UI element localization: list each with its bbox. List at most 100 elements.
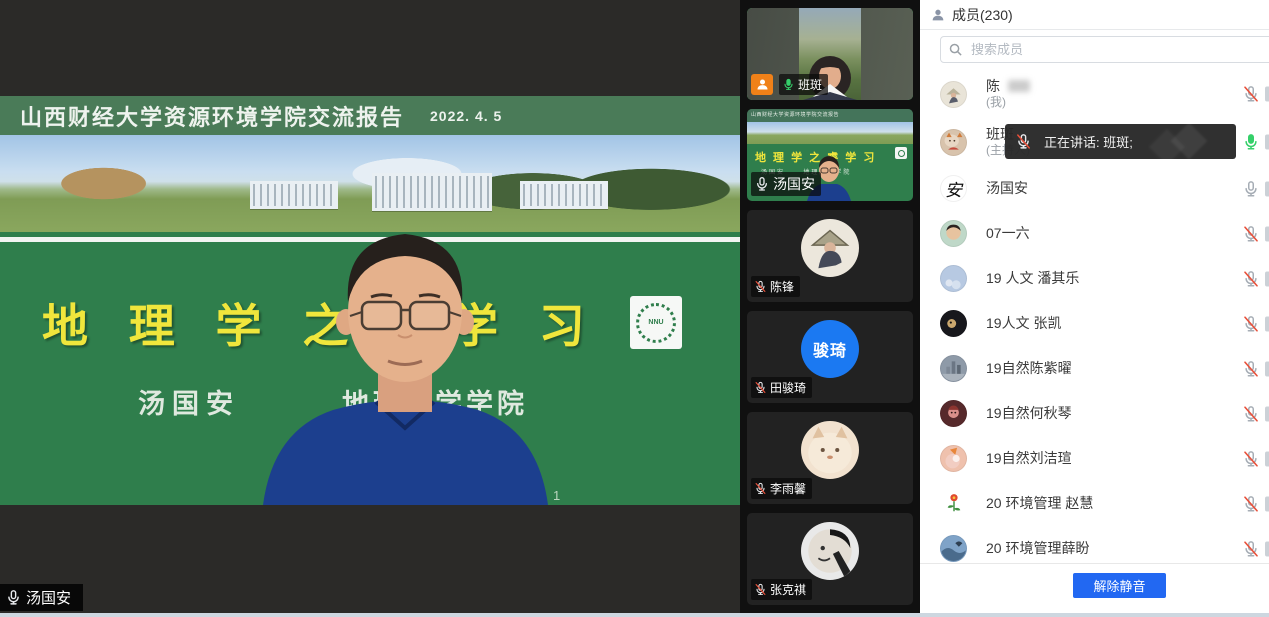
tile-name-label: 田骏琦: [751, 377, 812, 398]
members-count-title: 成员(230): [952, 5, 1013, 25]
avatar: [940, 445, 967, 472]
avatar: [801, 219, 859, 277]
member-name: 20 环境管理 赵慧: [986, 495, 1093, 511]
member-name: 汤国安: [986, 180, 1028, 196]
redacted-blur: [1008, 80, 1030, 92]
microphone-icon: [754, 176, 770, 192]
person-badge-icon: [751, 74, 773, 95]
microphone-muted-icon[interactable]: [1242, 495, 1260, 513]
camera-icon-cutoff: [1265, 271, 1269, 286]
member-name: 19 人文 潘其乐: [986, 270, 1079, 286]
avatar: [940, 535, 967, 562]
video-tile-chenfeng[interactable]: 陈锋: [747, 210, 913, 302]
avatar: [940, 310, 967, 337]
video-tile-liyuxin[interactable]: 李雨馨: [747, 412, 913, 504]
member-name: 19自然陈紫曜: [986, 360, 1072, 376]
avatar: [940, 490, 967, 517]
flower-avatar: [945, 493, 963, 515]
camera-icon-cutoff: [1265, 87, 1269, 102]
search-input[interactable]: [940, 36, 1269, 63]
speaking-tooltip-text: 正在讲话: 班斑;: [1044, 132, 1133, 151]
slide-header-title: 山西财经大学资源环境学院交流报告: [20, 100, 404, 132]
avatar: [940, 355, 967, 382]
camera-icon-cutoff: [1265, 406, 1269, 421]
microphone-muted-icon[interactable]: [1242, 360, 1260, 378]
avatar: [940, 81, 967, 108]
microphone-speaking-icon[interactable]: [1242, 133, 1260, 151]
member-row[interactable]: 20 环境管理薛盼: [920, 526, 1269, 563]
tile-name-label: 李雨馨: [751, 478, 812, 499]
main-video-stage[interactable]: 山西财经大学资源环境学院交流报告 2022. 4. 5 地 理 学 之 睿 学 …: [0, 0, 740, 617]
campus-photo: [0, 135, 740, 232]
slide-presenter-name: 汤国安: [138, 382, 240, 421]
bottom-edge-strip: [0, 613, 1269, 617]
camera-icon-cutoff: [1265, 541, 1269, 556]
member-name: 07一六: [986, 225, 1030, 241]
microphone-muted-icon[interactable]: [1242, 270, 1260, 288]
camera-icon-cutoff: [1265, 226, 1269, 241]
avatar: [940, 265, 967, 292]
tile-name-label: 张克祺: [751, 579, 812, 600]
mini-slide-header: 山西财经大学资源环境学院交流报告: [747, 109, 913, 122]
avatar: [940, 400, 967, 427]
video-tile-tangguoan[interactable]: 山西财经大学资源环境学院交流报告 地 理 学 之 睿 学 习 汤国安 地理科学学…: [747, 109, 913, 201]
member-row[interactable]: 19自然陈紫曜: [920, 346, 1269, 391]
microphone-muted-icon[interactable]: [1242, 85, 1260, 103]
member-row[interactable]: 19自然刘洁瑄: [920, 436, 1269, 481]
member-row[interactable]: 19人文 张凯: [920, 301, 1269, 346]
camera-icon-cutoff: [1265, 361, 1269, 376]
member-row[interactable]: 安 汤国安: [920, 166, 1269, 211]
avatar: 骏琦: [801, 320, 859, 378]
member-row[interactable]: 07一六: [920, 211, 1269, 256]
participant-strip: 班斑 山西财经大学资源环境学院交流报告 地 理 学 之 睿 学 习 汤国安 地理…: [740, 0, 920, 617]
search-icon: [948, 42, 963, 57]
camera-icon-cutoff: [1265, 181, 1269, 196]
tile-name-label: 陈锋: [751, 276, 800, 297]
avatar: [801, 421, 859, 479]
speaker-name: 汤国安: [26, 587, 71, 608]
camera-icon-cutoff: [1265, 451, 1269, 466]
members-footer: 解除静音: [920, 563, 1269, 617]
avatar: [940, 220, 967, 247]
video-tile-zhangkeqi[interactable]: 张克祺: [747, 513, 913, 605]
speaker-name-tag: 汤国安: [0, 584, 83, 611]
microphone-muted-icon[interactable]: [1242, 315, 1260, 333]
microphone-muted-icon[interactable]: [1242, 405, 1260, 423]
member-name: 19人文 张凯: [986, 315, 1061, 331]
camera-icon-cutoff: [1265, 316, 1269, 331]
slide-header-band: 山西财经大学资源环境学院交流报告 2022. 4. 5: [0, 96, 740, 135]
tile-name-label: 班斑: [779, 74, 828, 95]
campus-building: [250, 181, 338, 209]
member-role: (我): [986, 96, 1030, 110]
member-row[interactable]: 19 人文 潘其乐: [920, 256, 1269, 301]
mini-campus-photo: [747, 122, 913, 144]
microphone-muted-icon: [754, 381, 767, 394]
presenter-video: [238, 220, 573, 505]
member-row[interactable]: 20 环境管理 赵慧: [920, 481, 1269, 526]
member-name: 19自然刘洁瑄: [986, 450, 1072, 466]
microphone-icon: [782, 78, 795, 91]
member-row[interactable]: 19自然何秋琴: [920, 391, 1269, 436]
microphone-muted-icon[interactable]: [1242, 450, 1260, 468]
members-icon: [930, 7, 946, 23]
avatar: [940, 129, 967, 156]
video-tile-tianjunqi[interactable]: 骏琦 田骏琦: [747, 311, 913, 403]
microphone-icon: [5, 589, 22, 606]
mini-nnu-logo: [895, 147, 907, 159]
member-name: 陈: [986, 78, 1000, 94]
campus-building: [372, 173, 492, 211]
microphone-muted-icon: [754, 482, 767, 495]
microphone-icon[interactable]: [1242, 180, 1260, 198]
slide-header-date: 2022. 4. 5: [430, 108, 502, 124]
unmute-button[interactable]: 解除静音: [1073, 573, 1166, 598]
members-header: 成员(230): [920, 0, 1269, 30]
nnu-logo: NNU: [630, 296, 682, 349]
avatar: 安: [940, 175, 967, 202]
member-row[interactable]: 陈 (我): [920, 70, 1269, 118]
video-tile-banban[interactable]: 班斑: [747, 8, 913, 100]
member-name: 19自然何秋琴: [986, 405, 1072, 421]
microphone-muted-icon[interactable]: [1242, 225, 1260, 243]
avatar: [801, 522, 859, 580]
microphone-muted-icon[interactable]: [1242, 540, 1260, 558]
members-panel: 成员(230) 陈 (我): [920, 0, 1269, 617]
